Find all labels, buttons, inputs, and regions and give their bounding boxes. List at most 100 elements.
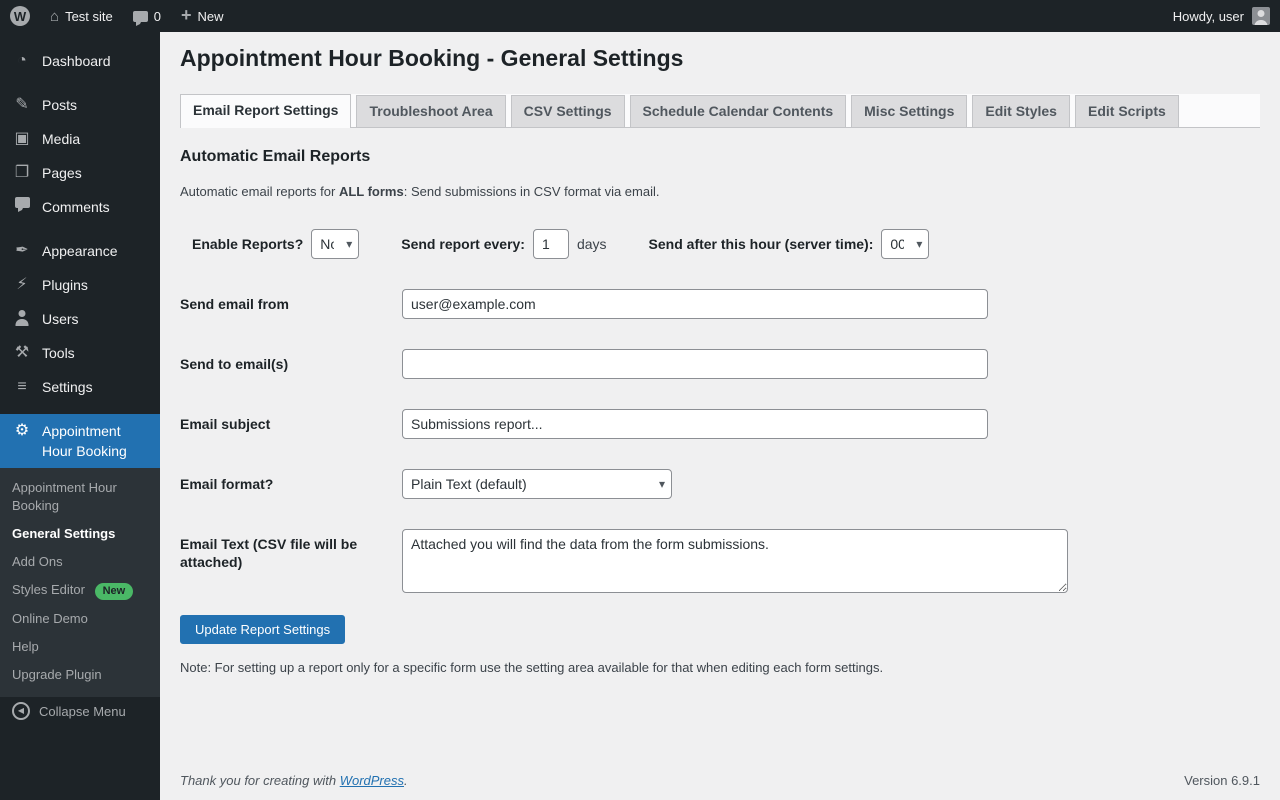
submenu-item-label: Help: [12, 639, 39, 654]
enable-reports-label: Enable Reports?: [192, 236, 304, 252]
send-to-input[interactable]: [402, 349, 988, 379]
report-hour-label: Send after this hour (server time):: [648, 236, 874, 252]
comments-indicator[interactable]: 0: [123, 0, 171, 32]
submenu-item-online-demo[interactable]: Online Demo: [0, 605, 160, 633]
submenu-item-general-settings[interactable]: General Settings: [0, 520, 160, 548]
sidebar-item-tools[interactable]: ⚒ Tools: [0, 336, 160, 370]
plugins-icon: ⚡: [16, 276, 28, 293]
appointment-submenu: Appointment Hour Booking General Setting…: [0, 468, 160, 697]
sidebar-item-label: Appearance: [42, 243, 118, 259]
sidebar-item-users[interactable]: Users: [0, 302, 160, 336]
enable-reports-select-wrap: No: [311, 229, 360, 259]
sidebar-item-appearance[interactable]: ✒ Appearance: [0, 234, 160, 268]
sidebar-item-comments[interactable]: Comments: [0, 190, 160, 224]
version-text: Version 6.9.1: [1184, 773, 1260, 788]
intro-prefix: Automatic email reports for: [180, 184, 339, 199]
send-from-row: Send email from: [180, 289, 1260, 319]
email-format-select[interactable]: Plain Text (default): [402, 469, 672, 499]
sidebar-item-label: Media: [42, 131, 81, 147]
new-label: New: [197, 8, 224, 24]
submenu-item-label: Upgrade Plugin: [12, 667, 102, 682]
enable-reports-group: Enable Reports? No: [192, 229, 360, 259]
thanks-prefix: Thank you for creating with: [180, 773, 340, 788]
submenu-item-label: Appointment Hour Booking: [12, 480, 117, 513]
sidebar-item-pages[interactable]: ❐ Pages: [0, 156, 160, 190]
tab-csv-settings[interactable]: CSV Settings: [510, 95, 625, 127]
email-text-textarea[interactable]: Attached you will find the data from the…: [402, 529, 1068, 593]
submenu-item-label: Add Ons: [12, 554, 63, 569]
layout: ◔ Dashboard ✎ Posts ▣ Media ❐ Pages Comm…: [0, 32, 1280, 800]
send-to-row: Send to email(s): [180, 349, 1260, 379]
new-badge: New: [94, 583, 134, 600]
report-every-group: Send report every: days: [401, 229, 607, 259]
wordpress-link[interactable]: WordPress: [340, 773, 404, 788]
comment-bubble-icon: [132, 10, 148, 26]
sidebar-item-dashboard[interactable]: ◔ Dashboard: [0, 44, 160, 78]
sidebar-menu: ◔ Dashboard ✎ Posts ▣ Media ❐ Pages Comm…: [0, 32, 160, 697]
sidebar-item-media[interactable]: ▣ Media: [0, 122, 160, 156]
intro-suffix: : Send submissions in CSV format via ema…: [403, 184, 660, 199]
footer-thanks: Thank you for creating with WordPress.: [180, 773, 408, 788]
home-icon: ⌂: [50, 7, 60, 25]
intro-text: Automatic email reports for ALL forms: S…: [180, 184, 1260, 199]
tab-edit-scripts[interactable]: Edit Scripts: [1074, 95, 1179, 127]
new-content-button[interactable]: + New: [171, 0, 234, 32]
sidebar-item-label: Pages: [42, 165, 82, 181]
wordpress-menu[interactable]: W: [0, 0, 40, 32]
report-hour-select[interactable]: 00: [881, 229, 930, 259]
pages-icon: ❐: [14, 164, 30, 181]
tab-troubleshoot-area[interactable]: Troubleshoot Area: [356, 95, 506, 127]
menu-group-admin: ✒ Appearance ⚡ Plugins Users ⚒ Tools ≡ S…: [0, 234, 160, 404]
sidebar-item-settings[interactable]: ≡ Settings: [0, 370, 160, 404]
note-text: Note: For setting up a report only for a…: [180, 660, 884, 675]
screen: W ⌂ Test site 0 + New Howdy, user ◔ Dash…: [0, 0, 1280, 800]
email-subject-row: Email subject: [180, 409, 1260, 439]
admin-bar: W ⌂ Test site 0 + New Howdy, user: [0, 0, 1280, 32]
sidebar-item-label: Appointment Hour Booking: [42, 423, 127, 459]
admin-bar-left: W ⌂ Test site 0 + New: [0, 0, 234, 32]
email-text-row: Email Text (CSV file will be attached) A…: [180, 529, 1260, 593]
submenu-item-styles-editor[interactable]: Styles Editor New: [0, 576, 160, 605]
submenu-item-upgrade-plugin[interactable]: Upgrade Plugin: [0, 661, 160, 689]
sidebar-item-plugins[interactable]: ⚡ Plugins: [0, 268, 160, 302]
howdy-menu[interactable]: Howdy, user: [1163, 0, 1280, 32]
main-content: Appointment Hour Booking - General Setti…: [160, 32, 1280, 800]
tab-email-report-settings[interactable]: Email Report Settings: [180, 94, 352, 128]
submenu-item-appointment-hour-booking[interactable]: Appointment Hour Booking: [0, 474, 160, 520]
collapse-menu-label: Collapse Menu: [39, 703, 126, 719]
tab-edit-styles[interactable]: Edit Styles: [972, 95, 1070, 127]
update-report-settings-button[interactable]: Update Report Settings: [180, 615, 346, 644]
user-avatar: [1252, 7, 1270, 25]
sidebar-item-posts[interactable]: ✎ Posts: [0, 88, 160, 122]
settings-tabs: Email Report Settings Troubleshoot Area …: [180, 94, 1260, 128]
email-format-row: Email format? Plain Text (default): [180, 469, 1260, 499]
site-name-label: Test site: [65, 8, 113, 24]
tools-icon: ⚒: [14, 344, 30, 361]
report-every-input[interactable]: [532, 229, 569, 259]
email-format-select-wrap: Plain Text (default): [402, 469, 672, 499]
howdy-label: Howdy, user: [1172, 8, 1244, 24]
users-icon: [12, 309, 32, 327]
email-subject-input[interactable]: [402, 409, 988, 439]
submenu-item-add-ons[interactable]: Add Ons: [0, 548, 160, 576]
send-from-label: Send email from: [180, 296, 289, 312]
report-hour-select-wrap: 00: [881, 229, 930, 259]
send-from-input[interactable]: [402, 289, 988, 319]
thanks-suffix: .: [404, 773, 408, 788]
comments-count: 0: [153, 8, 161, 24]
tab-schedule-calendar-contents[interactable]: Schedule Calendar Contents: [629, 95, 847, 127]
submenu-item-help[interactable]: Help: [0, 633, 160, 661]
intro-bold: ALL forms: [338, 184, 404, 199]
footer: Thank you for creating with WordPress. V…: [160, 763, 1280, 800]
sidebar-item-appointment-hour-booking[interactable]: ⚙ Appointment Hour Booking: [0, 414, 160, 468]
collapse-menu-button[interactable]: ◀ Collapse Menu: [0, 695, 160, 727]
settings-icon: ≡: [17, 378, 27, 395]
enable-reports-select[interactable]: No: [311, 229, 360, 259]
site-name-link[interactable]: ⌂ Test site: [40, 0, 123, 32]
sidebar-item-label: Dashboard: [42, 53, 111, 69]
media-icon: ▣: [14, 130, 30, 147]
report-schedule-row: Enable Reports? No Send report every: da…: [180, 229, 1260, 259]
sidebar: ◔ Dashboard ✎ Posts ▣ Media ❐ Pages Comm…: [0, 32, 160, 800]
tab-misc-settings[interactable]: Misc Settings: [851, 95, 968, 127]
posts-icon: ✎: [15, 96, 29, 113]
